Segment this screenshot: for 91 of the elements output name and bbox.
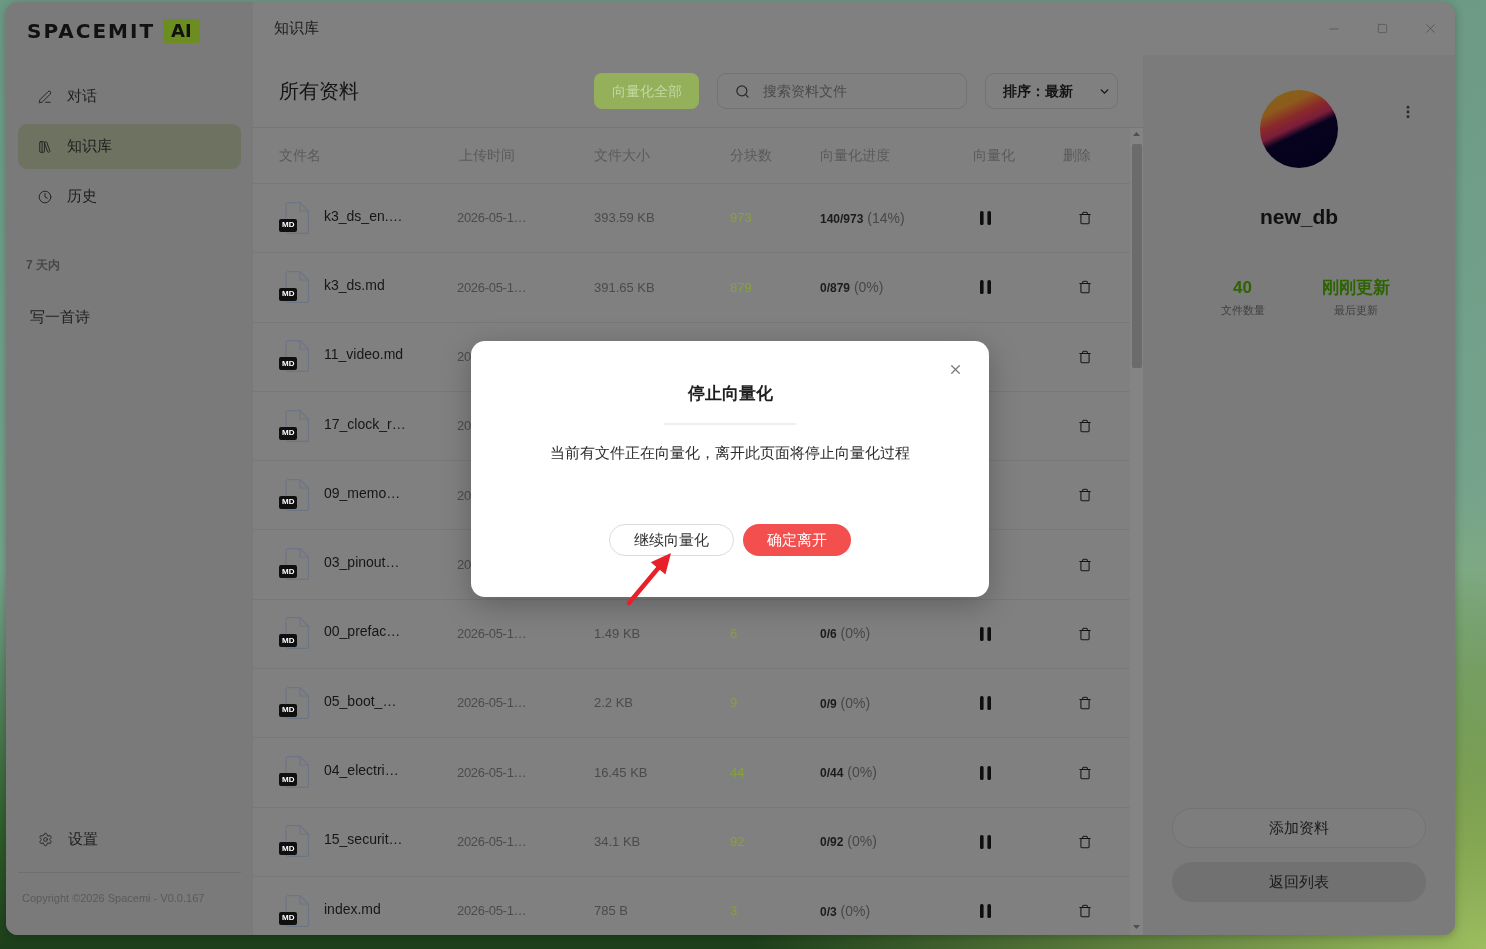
trash-icon[interactable]	[1078, 557, 1092, 572]
file-type-badge: MD	[279, 357, 298, 371]
document-icon	[283, 894, 309, 927]
pen-icon	[38, 89, 52, 104]
file-type-badge: MD	[279, 773, 298, 786]
file-name: 04_electri…	[324, 761, 399, 780]
history-item[interactable]: 写一首诗	[18, 297, 241, 337]
logo-wordmark: SPACEMIT	[27, 21, 156, 41]
trash-icon[interactable]	[1078, 211, 1092, 226]
search-icon	[735, 83, 750, 99]
document-icon	[283, 340, 309, 373]
continue-button[interactable]: 继续向量化	[609, 524, 734, 556]
file-name: 15_securit…	[324, 830, 403, 850]
file-type-badge: MD	[279, 703, 298, 717]
file-name: index.md	[324, 899, 381, 919]
back-to-list-button[interactable]: 返回列表	[1172, 862, 1426, 902]
trash-icon[interactable]	[1078, 626, 1092, 641]
chunk-count: 9	[730, 694, 738, 713]
add-files-button[interactable]: 添加资料	[1172, 808, 1426, 848]
pause-icon[interactable]	[980, 904, 991, 919]
document-icon	[283, 409, 309, 442]
file-name: 17_clock_r…	[324, 414, 406, 434]
file-name: 03_pinout…	[324, 553, 400, 573]
stat-value: 刚刚更新	[1321, 277, 1390, 299]
progress-text: 0/879 (0%)	[820, 277, 884, 297]
dialog-message: 当前有文件正在向量化，离开此页面将停止向量化过程	[550, 443, 910, 463]
trash-icon[interactable]	[1078, 419, 1092, 434]
file-name: k3_ds.md	[324, 275, 385, 295]
database-name: new_db	[1259, 204, 1339, 230]
document-icon	[283, 201, 309, 234]
trash-icon[interactable]	[1078, 904, 1092, 919]
file-name: 09_memo…	[324, 483, 401, 503]
pause-icon[interactable]	[980, 696, 991, 711]
trash-icon[interactable]	[1078, 765, 1092, 780]
file-name: 05_boot_…	[324, 691, 397, 711]
close-icon[interactable]	[948, 362, 963, 377]
pause-icon[interactable]	[980, 834, 991, 849]
progress-text: 0/92 (0%)	[820, 832, 877, 852]
progress-text: 0/3 (0%)	[820, 901, 871, 921]
file-type-badge: MD	[279, 495, 298, 509]
sort-select[interactable]: 排序：最新	[985, 73, 1118, 109]
confirm-leave-button[interactable]: 确定离开	[743, 524, 851, 556]
progress-text: 140/973 (14%)	[820, 208, 905, 228]
nav-item[interactable]: 对话	[18, 74, 241, 119]
file-type-badge: MD	[279, 218, 298, 232]
document-icon	[283, 548, 309, 581]
document-icon	[283, 270, 309, 303]
logo-badge: AI	[163, 19, 200, 43]
page-heading: 所有资料	[279, 79, 359, 104]
document-icon	[283, 756, 309, 788]
settings-item[interactable]: 设置	[18, 817, 241, 861]
document-icon	[283, 617, 309, 650]
document-icon	[283, 478, 309, 511]
chunk-count: 6	[730, 625, 738, 644]
dialog-title: 停止向量化	[687, 383, 773, 405]
progress-text: 0/44 (0%)	[820, 763, 877, 782]
document-icon	[283, 686, 309, 719]
nav-item[interactable]: 知识库	[18, 124, 241, 169]
pause-icon[interactable]	[980, 211, 991, 226]
chunk-count: 44	[730, 763, 745, 782]
stat-value: 40	[1233, 277, 1252, 299]
trash-icon[interactable]	[1078, 280, 1092, 295]
file-type-badge: MD	[279, 634, 298, 648]
file-type-badge: MD	[279, 287, 298, 301]
chunk-count: 92	[730, 833, 745, 852]
progress-text: 0/9 (0%)	[820, 693, 871, 713]
file-type-badge: MD	[279, 426, 298, 440]
pause-icon[interactable]	[980, 626, 991, 641]
clock-icon	[38, 189, 52, 204]
scrollbar-thumb[interactable]	[1131, 144, 1142, 368]
file-name: k3_ds_en.…	[324, 206, 403, 226]
file-type-badge: MD	[279, 842, 298, 856]
chunk-count: 973	[730, 209, 752, 228]
chunk-count: 879	[730, 278, 752, 297]
pause-icon[interactable]	[980, 765, 991, 780]
books-icon	[38, 139, 52, 154]
file-name: 11_video.md	[324, 345, 404, 365]
pause-icon[interactable]	[980, 280, 991, 295]
window-title: 知识库	[274, 18, 319, 39]
progress-text: 0/6 (0%)	[820, 624, 871, 644]
trash-icon[interactable]	[1078, 834, 1092, 849]
trash-icon[interactable]	[1078, 696, 1092, 711]
trash-icon[interactable]	[1078, 488, 1092, 503]
settings-icon	[38, 831, 53, 847]
nav-item[interactable]: 历史	[18, 174, 241, 219]
document-icon	[283, 825, 309, 858]
trash-icon[interactable]	[1078, 349, 1092, 364]
chunk-count: 3	[730, 902, 738, 921]
file-type-badge: MD	[279, 911, 298, 925]
file-type-badge: MD	[279, 565, 298, 579]
file-name: 00_prefac…	[324, 622, 401, 642]
